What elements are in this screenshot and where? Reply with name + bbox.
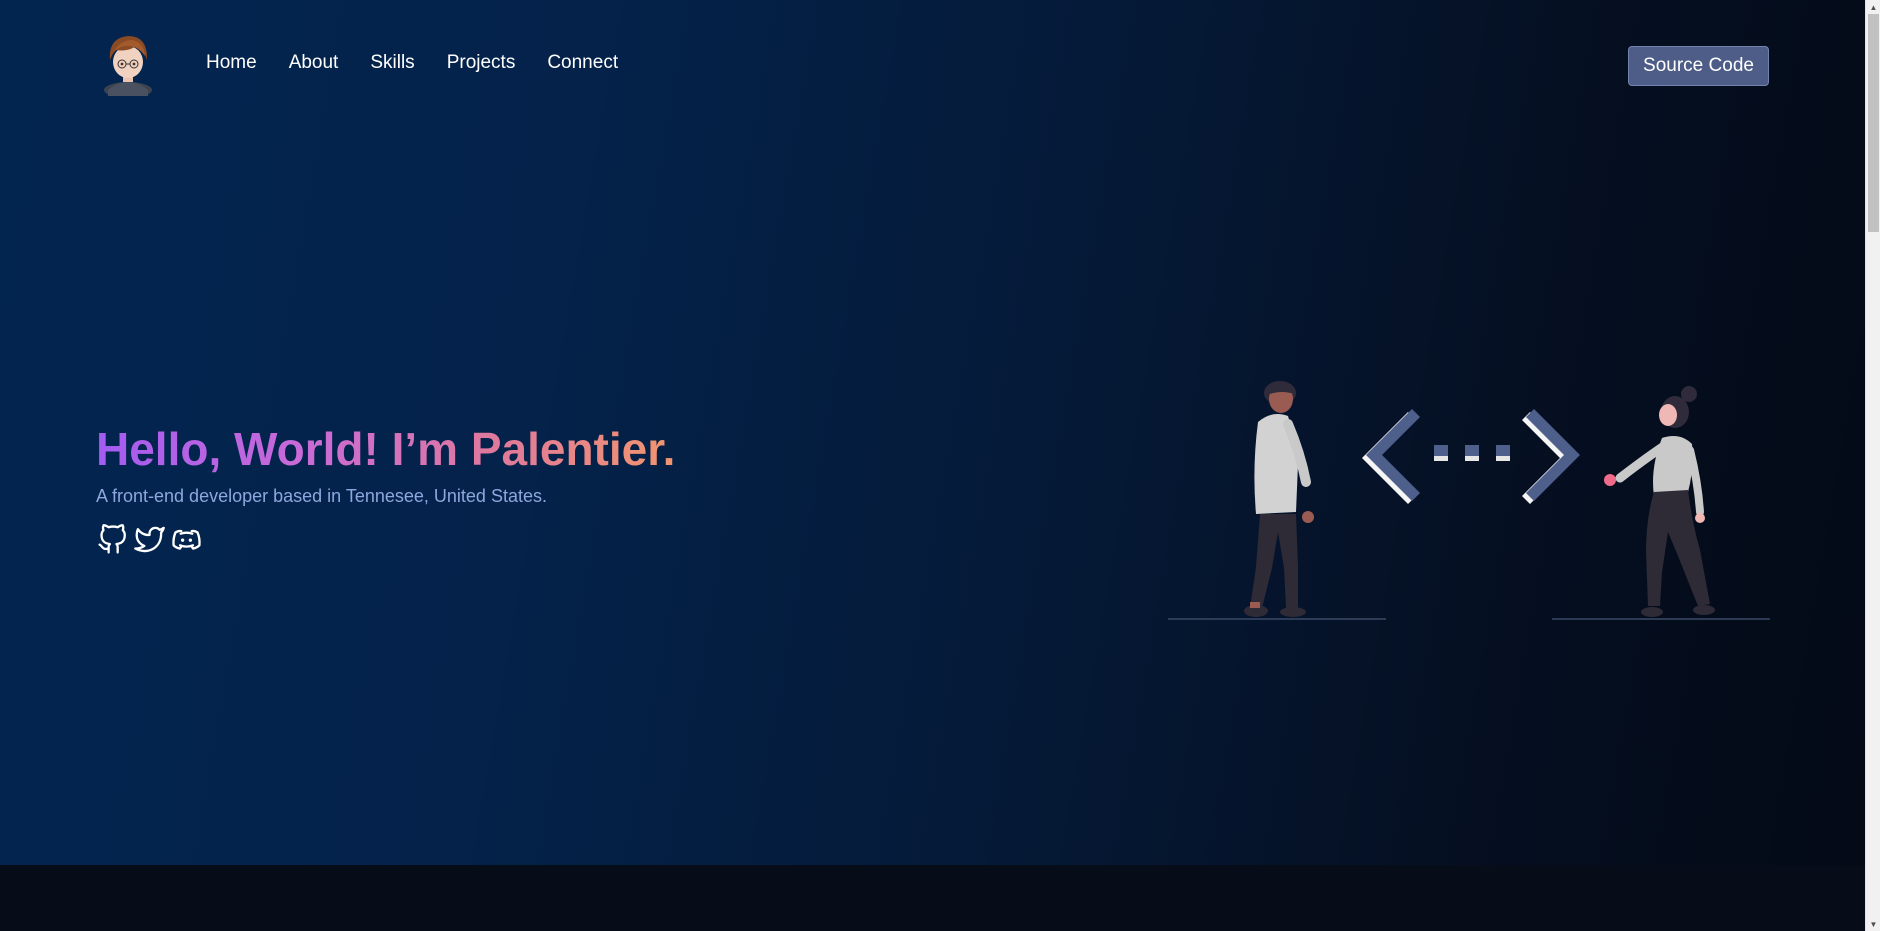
developers-illustration [1168, 381, 1770, 620]
nav-home[interactable]: Home [206, 52, 257, 74]
scroll-up-icon[interactable]: ▲ [1866, 0, 1880, 14]
nav-skills[interactable]: Skills [370, 52, 414, 74]
discord-icon[interactable] [171, 524, 202, 555]
nav-connect[interactable]: Connect [547, 52, 618, 74]
nav-about[interactable]: About [289, 52, 339, 74]
github-icon[interactable] [97, 524, 128, 555]
source-code-button[interactable]: Source Code [1628, 46, 1769, 86]
scroll-down-icon[interactable]: ▼ [1866, 917, 1880, 931]
avatar[interactable] [98, 30, 158, 96]
nav-projects[interactable]: Projects [447, 52, 516, 74]
hero-subtitle: A front-end developer based in Tennesee,… [96, 486, 547, 506]
woman-figure [1604, 386, 1715, 617]
code-brackets-illustration [1362, 409, 1580, 504]
social-links [97, 524, 202, 555]
next-section [0, 865, 1865, 931]
man-figure [1244, 381, 1314, 617]
main-nav: Home About Skills Projects Connect [206, 52, 618, 74]
page-scrollbar[interactable]: ▲ ▼ [1865, 0, 1880, 931]
hero-headline: Hello, World! I’m Palentier. [96, 423, 676, 475]
twitter-icon[interactable] [134, 524, 165, 555]
scrollbar-thumb[interactable] [1868, 14, 1879, 232]
